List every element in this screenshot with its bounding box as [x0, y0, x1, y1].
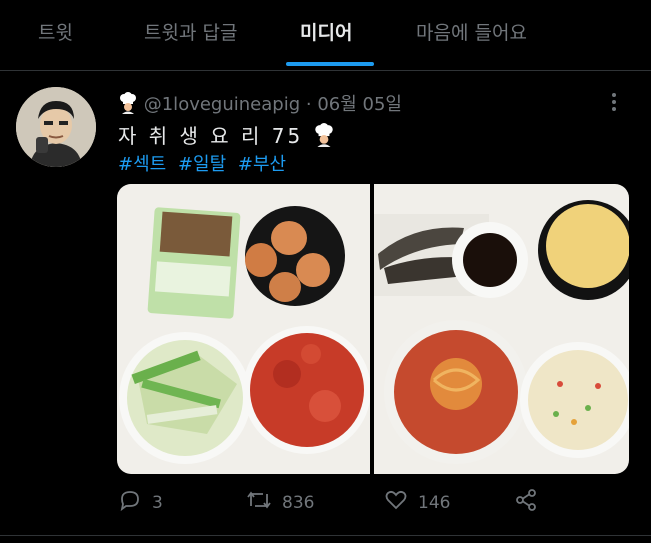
- profile-tabs: 트윗 트윗과 답글 미디어 마음에 들어요: [0, 0, 651, 71]
- retweet-button[interactable]: 836: [246, 488, 314, 517]
- reply-icon: [118, 488, 142, 517]
- divider: [0, 535, 651, 536]
- chef-icon: [313, 123, 335, 152]
- retweet-count: 836: [282, 492, 315, 513]
- hashtag-link[interactable]: #부산: [238, 154, 286, 175]
- food-image-cooked[interactable]: [374, 184, 629, 474]
- hashtag-link[interactable]: #일탈: [178, 154, 226, 175]
- heart-icon: [384, 488, 408, 517]
- share-icon: [514, 488, 538, 517]
- tweet-actions: 3 836 146: [118, 488, 638, 518]
- tweet-text: 자 취 생 요 리 75: [118, 120, 335, 152]
- tweet-date[interactable]: 06월 05일: [317, 94, 402, 115]
- reply-button[interactable]: 3: [118, 488, 163, 517]
- more-options-icon[interactable]: [606, 90, 622, 114]
- share-button[interactable]: [514, 488, 538, 517]
- tab-media[interactable]: 미디어: [300, 18, 352, 45]
- tab-tweets[interactable]: 트윗: [38, 18, 73, 45]
- user-handle[interactable]: @1loveguineapig: [144, 94, 300, 115]
- chef-icon: [118, 92, 138, 119]
- like-count: 146: [418, 492, 451, 513]
- tweet-text-content: 자 취 생 요 리 75: [118, 124, 304, 148]
- like-button[interactable]: 146: [384, 488, 450, 517]
- food-image-ingredients[interactable]: [117, 184, 370, 474]
- reply-count: 3: [152, 492, 163, 513]
- active-tab-indicator: [286, 62, 374, 66]
- retweet-icon: [246, 488, 272, 517]
- hashtag-link[interactable]: #섹트: [118, 154, 166, 175]
- tab-likes[interactable]: 마음에 들어요: [416, 18, 527, 45]
- header-separator: ·: [305, 94, 312, 115]
- avatar[interactable]: [16, 87, 96, 167]
- hashtags: #섹트 #일탈 #부산: [118, 150, 292, 176]
- tab-tweets-and-replies[interactable]: 트윗과 답글: [144, 18, 237, 45]
- tweet-media[interactable]: [117, 184, 629, 474]
- tweet-header: @1loveguineapig · 06월 05일: [118, 90, 402, 119]
